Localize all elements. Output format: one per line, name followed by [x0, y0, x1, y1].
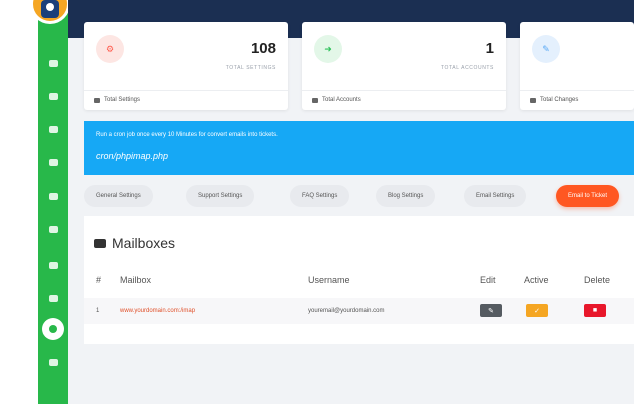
users-icon[interactable] — [38, 155, 68, 169]
cron-command: cron/phpimap.php — [96, 151, 169, 161]
row-username: youremail@yourdomain.com — [308, 308, 385, 314]
col-active: Active — [524, 275, 549, 285]
table-row: 1 www.yourdomain.com:/imap youremail@you… — [84, 298, 634, 324]
tab-blog-settings[interactable]: Blog Settings — [376, 185, 436, 207]
list-icon[interactable] — [38, 222, 68, 236]
card-footer: Total Accounts — [312, 97, 361, 103]
card-footer: Total Changes — [530, 97, 578, 103]
changes-small-icon — [530, 97, 536, 103]
tab-faq-settings[interactable]: FAQ Settings — [290, 185, 350, 207]
delete-button[interactable]: ■ — [584, 304, 606, 317]
stat-card-accounts: ➜ 1 TOTAL ACCOUNTS Total Accounts — [302, 22, 506, 110]
tab-general-settings[interactable]: General Settings — [84, 185, 153, 207]
cron-note: Run a cron job once every 10 Minutes for… — [96, 132, 278, 138]
col-delete: Delete — [584, 275, 611, 285]
cloud-icon[interactable] — [38, 291, 68, 305]
mailbox-icon — [94, 238, 106, 248]
check-icon: ✓ — [534, 307, 540, 315]
settings-small-icon — [94, 97, 100, 103]
card-footer: Total Settings — [94, 97, 140, 103]
sidebar — [30, 0, 70, 404]
settings-tabs: General Settings Support Settings FAQ Se… — [84, 185, 634, 209]
mailbox-link[interactable]: www.yourdomain.com:/imap — [120, 308, 195, 314]
table-header: # Mailbox Username Edit Active Delete — [84, 275, 634, 291]
stat-value: 1 — [485, 40, 494, 57]
stat-caption: TOTAL ACCOUNTS — [440, 65, 494, 71]
footer-label: Total Changes — [540, 97, 579, 103]
col-mailbox: Mailbox — [120, 275, 152, 285]
panel-title-text: Mailboxes — [112, 235, 176, 251]
tools-icon[interactable] — [38, 355, 68, 369]
accounts-small-icon — [312, 97, 318, 103]
user-icon — [41, 0, 59, 18]
team-icon[interactable] — [38, 258, 68, 272]
col-num: # — [96, 275, 102, 285]
stat-card-settings: ⚙ 108 TOTAL SETTINGS Total Settings — [84, 22, 288, 110]
settings-icon: ⚙ — [96, 35, 124, 63]
tab-email-to-ticket[interactable]: Email to Ticket — [556, 185, 620, 207]
chat-icon[interactable] — [38, 122, 68, 136]
active-toggle[interactable]: ✓ — [526, 304, 548, 317]
mail-icon[interactable] — [38, 89, 68, 103]
cron-banner: Run a cron job once every 10 Minutes for… — [84, 121, 634, 175]
document-icon[interactable] — [38, 189, 68, 203]
tab-support-settings[interactable]: Support Settings — [186, 185, 255, 207]
left-gutter — [0, 0, 38, 410]
tab-email-settings[interactable]: Email Settings — [464, 185, 527, 207]
panel-title: Mailboxes — [94, 235, 175, 251]
changes-icon: ✎ — [532, 35, 560, 63]
row-num: 1 — [96, 308, 100, 314]
stat-value: 108 — [250, 40, 276, 57]
card-divider — [302, 90, 506, 91]
mailboxes-panel: Mailboxes # Mailbox Username Edit Active… — [84, 216, 634, 344]
trash-icon: ■ — [592, 307, 598, 314]
stat-card-changes: ✎ Total Changes — [520, 22, 634, 110]
stat-caption: TOTAL SETTINGS — [225, 65, 276, 71]
edit-icon: ✎ — [488, 307, 494, 315]
footer-label: Total Settings — [104, 97, 141, 103]
card-divider — [520, 90, 634, 91]
col-edit: Edit — [480, 275, 496, 285]
dashboard-icon[interactable] — [38, 56, 68, 70]
settings-icon[interactable] — [38, 318, 68, 340]
card-divider — [84, 90, 288, 91]
footer-label: Total Accounts — [322, 97, 361, 103]
accounts-icon: ➜ — [314, 35, 342, 63]
edit-button[interactable]: ✎ — [480, 304, 502, 317]
col-username: Username — [308, 275, 350, 285]
main-content: ⚙ 108 TOTAL SETTINGS Total Settings ➜ 1 … — [68, 0, 634, 404]
